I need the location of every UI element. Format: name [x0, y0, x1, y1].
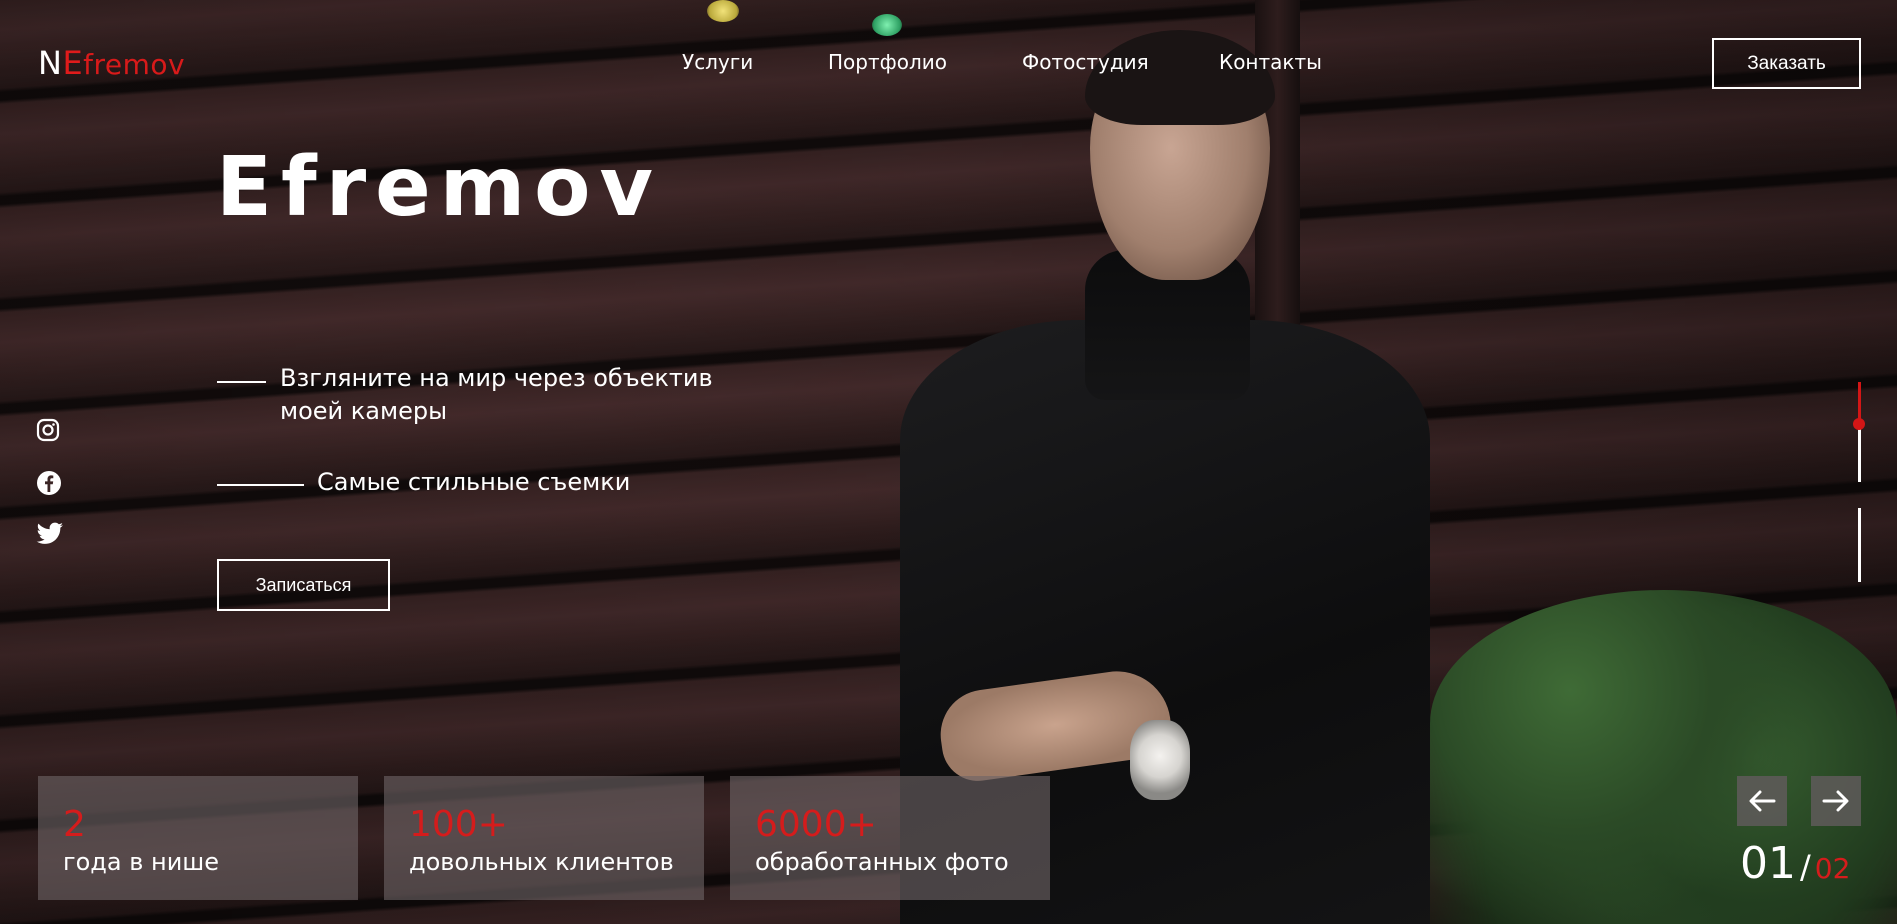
logo[interactable]: NEfremov — [38, 44, 185, 82]
slider-handle[interactable] — [1853, 418, 1865, 430]
nav-item-studio[interactable]: Фотостудия — [1022, 50, 1149, 74]
arrow-right-icon — [1822, 790, 1849, 812]
stat-label: обработанных фото — [755, 848, 1009, 876]
nav-item-portfolio[interactable]: Портфолио — [828, 50, 947, 74]
stat-card: 2 года в нише — [38, 776, 358, 900]
stat-value: 2 — [63, 804, 86, 845]
tagline-1-line-2: моей камеры — [280, 397, 448, 425]
tagline-1-line-1: Взгляните на мир через объектив — [280, 364, 713, 392]
arrow-left-icon — [1749, 790, 1776, 812]
logo-letter-e: E — [62, 44, 84, 82]
stat-value: 100+ — [409, 804, 508, 845]
slide-current: 01 — [1740, 838, 1796, 889]
instagram-icon[interactable] — [36, 418, 60, 442]
tagline-1: Взгляните на мир через объектив моей кам… — [280, 362, 713, 428]
tagline-2: Самые стильные съемки — [317, 468, 631, 496]
logo-letter-n: N — [38, 44, 63, 82]
hero-title: Efremov — [216, 140, 662, 235]
stat-card: 100+ довольных клиентов — [384, 776, 704, 900]
bokeh-light-yellow — [707, 0, 739, 22]
next-slide-button[interactable] — [1811, 776, 1861, 826]
nav-item-services[interactable]: Услуги — [682, 50, 753, 74]
order-button[interactable]: Заказать — [1712, 38, 1861, 89]
facebook-icon[interactable] — [36, 470, 62, 496]
slide-total: 02 — [1814, 852, 1851, 885]
tagline-divider — [217, 484, 304, 486]
signup-button[interactable]: Записаться — [217, 559, 390, 611]
prev-slide-button[interactable] — [1737, 776, 1787, 826]
stat-label: довольных клиентов — [409, 848, 674, 876]
slide-counter: 01/02 — [1740, 838, 1850, 889]
nav-item-contacts[interactable]: Контакты — [1219, 50, 1322, 74]
twitter-icon[interactable] — [36, 522, 64, 546]
logo-text: fremov — [83, 48, 186, 81]
stat-label: года в нише — [63, 848, 220, 876]
tagline-divider — [217, 381, 266, 383]
model-hair — [1085, 30, 1275, 125]
slide-separator: / — [1800, 848, 1811, 886]
stat-card: 6000+ обработанных фото — [730, 776, 1050, 900]
hero-section: NEfremov Услуги Портфолио Фотостудия Кон… — [0, 0, 1897, 924]
slider-track-next[interactable] — [1858, 508, 1861, 582]
model-watch — [1130, 720, 1190, 800]
stat-value: 6000+ — [755, 804, 877, 845]
